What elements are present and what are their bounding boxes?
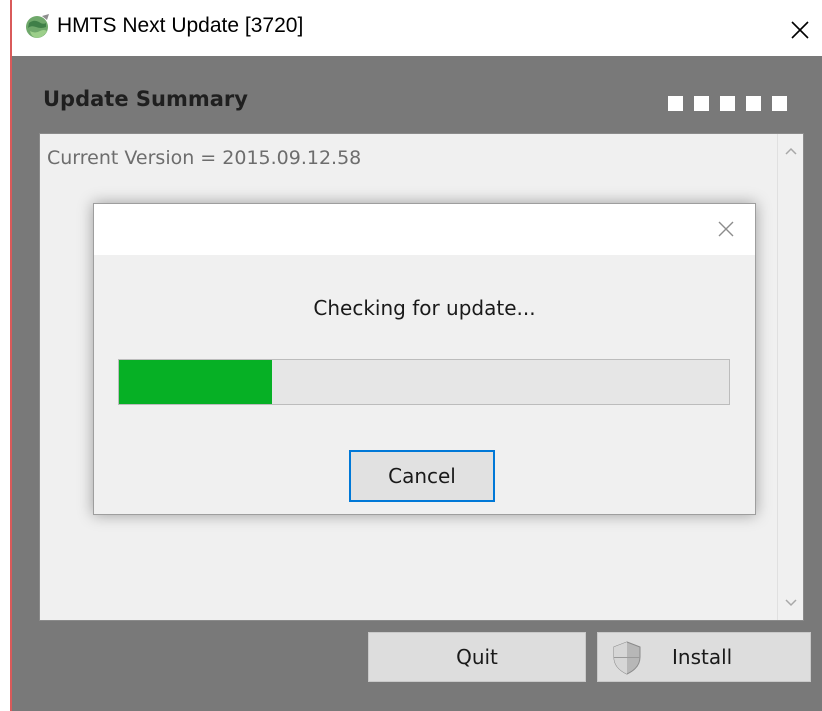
shield-icon (613, 641, 641, 675)
globe-icon (26, 14, 49, 38)
chevron-up-icon (785, 147, 797, 155)
progress-fill (119, 360, 272, 404)
status-indicator (746, 96, 761, 111)
status-indicator (772, 96, 787, 111)
window-title: HMTS Next Update [3720] (57, 14, 304, 37)
progress-dialog: Checking for update... Cancel (93, 203, 756, 515)
cancel-button[interactable]: Cancel (349, 450, 495, 502)
quit-button-label: Quit (456, 645, 498, 669)
dialog-close-button[interactable] (709, 212, 743, 246)
section-title: Update Summary (43, 87, 248, 111)
status-indicator (694, 96, 709, 111)
window-close-button[interactable] (778, 8, 822, 52)
install-button-label: Install (672, 645, 733, 669)
status-indicators (668, 96, 787, 111)
status-indicator (668, 96, 683, 111)
cancel-button-label: Cancel (388, 464, 456, 488)
dialog-message: Checking for update... (313, 296, 536, 320)
dialog-title-bar (94, 204, 755, 255)
install-button[interactable]: Install (597, 632, 811, 682)
progress-bar (118, 359, 730, 405)
updater-window: HMTS Next Update [3720] Update Summary C… (0, 0, 822, 711)
status-indicator (720, 96, 735, 111)
scroll-down-button[interactable] (778, 590, 804, 616)
close-icon (791, 21, 809, 39)
current-version-text: Current Version = 2015.09.12.58 (47, 147, 362, 169)
close-icon (718, 221, 734, 237)
chevron-down-icon (785, 599, 797, 607)
vertical-scrollbar[interactable] (777, 134, 803, 620)
scroll-up-button[interactable] (778, 138, 804, 164)
quit-button[interactable]: Quit (368, 632, 586, 682)
title-bar: HMTS Next Update [3720] (12, 0, 822, 56)
